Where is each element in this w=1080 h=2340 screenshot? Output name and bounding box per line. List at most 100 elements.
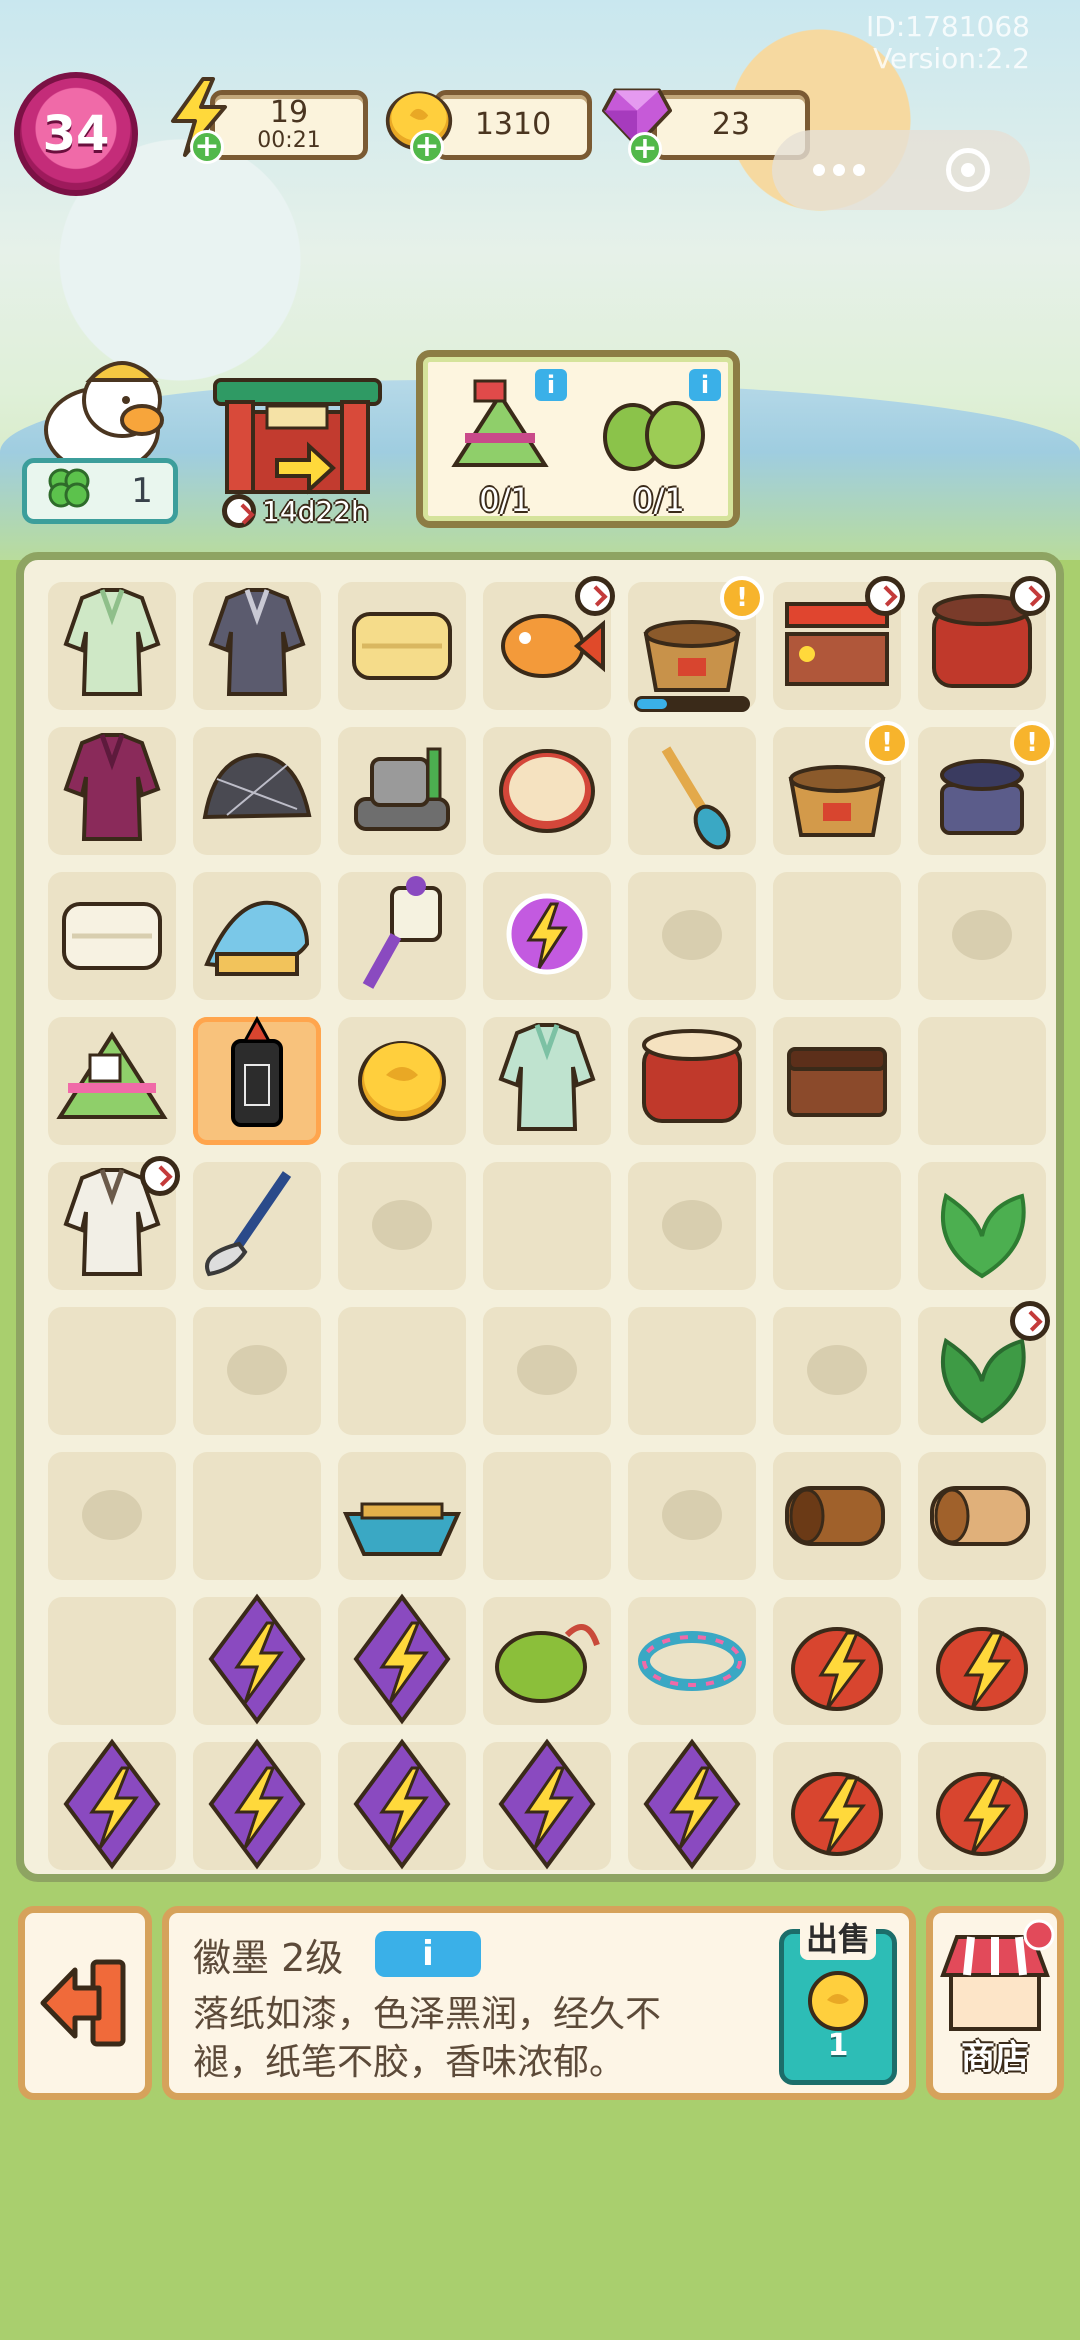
item-kite[interactable] (332, 1734, 472, 1874)
clock-icon (140, 1156, 180, 1196)
item-energy-orb[interactable] (477, 864, 617, 1004)
board-cell-locked[interactable] (483, 1307, 611, 1435)
item-sachet[interactable] (477, 1589, 617, 1729)
item-lantern-bag[interactable] (767, 1734, 907, 1874)
clover-icon (47, 465, 91, 518)
board-cell-locked[interactable] (628, 872, 756, 1000)
progress-bar (634, 696, 750, 712)
board-cell-locked[interactable] (338, 1162, 466, 1290)
item-dragon-boat-head[interactable] (187, 864, 327, 1004)
item-green-hanfu[interactable] (477, 1009, 617, 1149)
order-item-green-beans[interactable]: i 0/1 (589, 369, 729, 525)
clock-icon (575, 576, 615, 616)
clock-icon (222, 494, 256, 528)
selected-item-description: 落纸如漆，色泽黑润，经久不 褪，纸笔不胶，香味浓郁。 (193, 1991, 713, 2087)
item-kite[interactable] (622, 1734, 762, 1874)
clock-icon (1010, 1301, 1050, 1341)
item-zongzi[interactable] (42, 1009, 182, 1149)
item-wooden-chest[interactable] (767, 1009, 907, 1149)
board-cell[interactable] (48, 1307, 176, 1435)
item-small-boat[interactable] (332, 1444, 472, 1584)
board-cell[interactable] (628, 1307, 756, 1435)
board-cell-locked[interactable] (628, 1162, 756, 1290)
selected-item-name: 徽墨 2级 (193, 1936, 344, 1980)
board-cell[interactable] (48, 1597, 176, 1725)
merge-board[interactable]: !!! (16, 552, 1064, 1882)
duck-worker-avatar[interactable] (30, 338, 180, 474)
item-info-panel: 徽墨 2级 i 落纸如漆，色泽黑润，经久不 褪，纸笔不胶，香味浓郁。 出售 1 (162, 1906, 916, 2100)
player-id: ID:1781068 (866, 10, 1030, 43)
festival-gate-event[interactable] (205, 350, 390, 500)
event-timer-text: 14d22h (262, 494, 369, 528)
level-number: 34 (42, 106, 110, 162)
item-war-drum[interactable] (622, 1009, 762, 1149)
item-kite[interactable] (187, 1589, 327, 1729)
coin-icon (808, 1971, 868, 2031)
item-kite[interactable] (332, 1589, 472, 1729)
item-lantern-bag[interactable] (912, 1734, 1052, 1874)
item-cobweb-stone[interactable] (187, 719, 327, 859)
board-cell[interactable] (773, 872, 901, 1000)
board-cell[interactable] (773, 1162, 901, 1290)
item-kite[interactable] (187, 1734, 327, 1874)
item-log[interactable] (767, 1444, 907, 1584)
item-kite[interactable] (477, 1734, 617, 1874)
board-cell[interactable] (483, 1162, 611, 1290)
item-info-button[interactable]: i (375, 1931, 481, 1977)
board-cell[interactable] (193, 1452, 321, 1580)
item-ribbon-fan[interactable] (332, 864, 472, 1004)
energy-value: 19 (269, 95, 309, 130)
energy-timer: 00:21 (257, 128, 321, 153)
item-timber[interactable] (912, 1444, 1052, 1584)
mini-program-capsule[interactable] (772, 130, 1030, 210)
order-panel[interactable]: i 0/1 i 0/1 (416, 350, 740, 528)
item-lantern-bag[interactable] (912, 1589, 1052, 1729)
add-gems-button[interactable]: + (628, 132, 662, 166)
item-tambourine[interactable] (477, 719, 617, 859)
board-cell[interactable] (338, 1307, 466, 1435)
description-line: 落纸如漆，色泽黑润，经久不 (193, 1994, 662, 2035)
item-brush[interactable] (187, 1154, 327, 1294)
alert-icon: ! (720, 576, 764, 620)
add-energy-button[interactable]: + (190, 130, 224, 164)
shop-label: 商店 (961, 2038, 1029, 2078)
item-silk-cloth[interactable] (332, 574, 472, 714)
more-menu-icon[interactable] (812, 164, 865, 176)
item-parsley[interactable] (912, 1154, 1052, 1294)
item-hui-ink[interactable] (187, 1009, 327, 1149)
item-folded-cloth[interactable] (42, 864, 182, 1004)
exit-button[interactable] (18, 1906, 152, 2100)
board-cell-locked[interactable] (918, 872, 1046, 1000)
item-robe-green[interactable] (42, 574, 182, 714)
order-info-button[interactable]: i (535, 369, 567, 401)
board-cell-locked[interactable] (193, 1307, 321, 1435)
board-cell[interactable] (483, 1452, 611, 1580)
sell-button[interactable]: 出售 1 (779, 1914, 897, 2085)
item-braided-bracelet[interactable] (622, 1589, 762, 1729)
item-lantern-bag[interactable] (767, 1589, 907, 1729)
order-info-button[interactable]: i (689, 369, 721, 401)
version-label: Version:2.2 (873, 42, 1030, 75)
order-count: 0/1 (479, 481, 531, 519)
item-stone-mill[interactable] (332, 719, 472, 859)
add-coins-button[interactable]: + (410, 130, 444, 164)
gem-value: 23 (711, 107, 751, 142)
item-gold-coin[interactable] (332, 1009, 472, 1149)
shop-icon (940, 1919, 1055, 2031)
board-cell-locked[interactable] (48, 1452, 176, 1580)
board-cell-locked[interactable] (773, 1307, 901, 1435)
level-badge[interactable]: 34 (14, 72, 138, 196)
board-cell[interactable] (918, 1017, 1046, 1145)
item-paddle[interactable] (622, 719, 762, 859)
progress-fill (637, 699, 667, 709)
item-purple-robe[interactable] (42, 719, 182, 859)
coin-value: 1310 (474, 107, 552, 142)
order-item-zongzi-bundle[interactable]: i 0/1 (435, 369, 575, 525)
item-kite[interactable] (42, 1734, 182, 1874)
description-line: 褪，纸笔不胶，香味浓郁。 (193, 2042, 626, 2083)
item-cobweb-cloak[interactable] (187, 574, 327, 714)
close-target-icon[interactable] (945, 148, 990, 192)
board-cell-locked[interactable] (628, 1452, 756, 1580)
shop-button[interactable]: 商店 (926, 1906, 1064, 2100)
clover-counter[interactable]: 1 (22, 458, 178, 524)
